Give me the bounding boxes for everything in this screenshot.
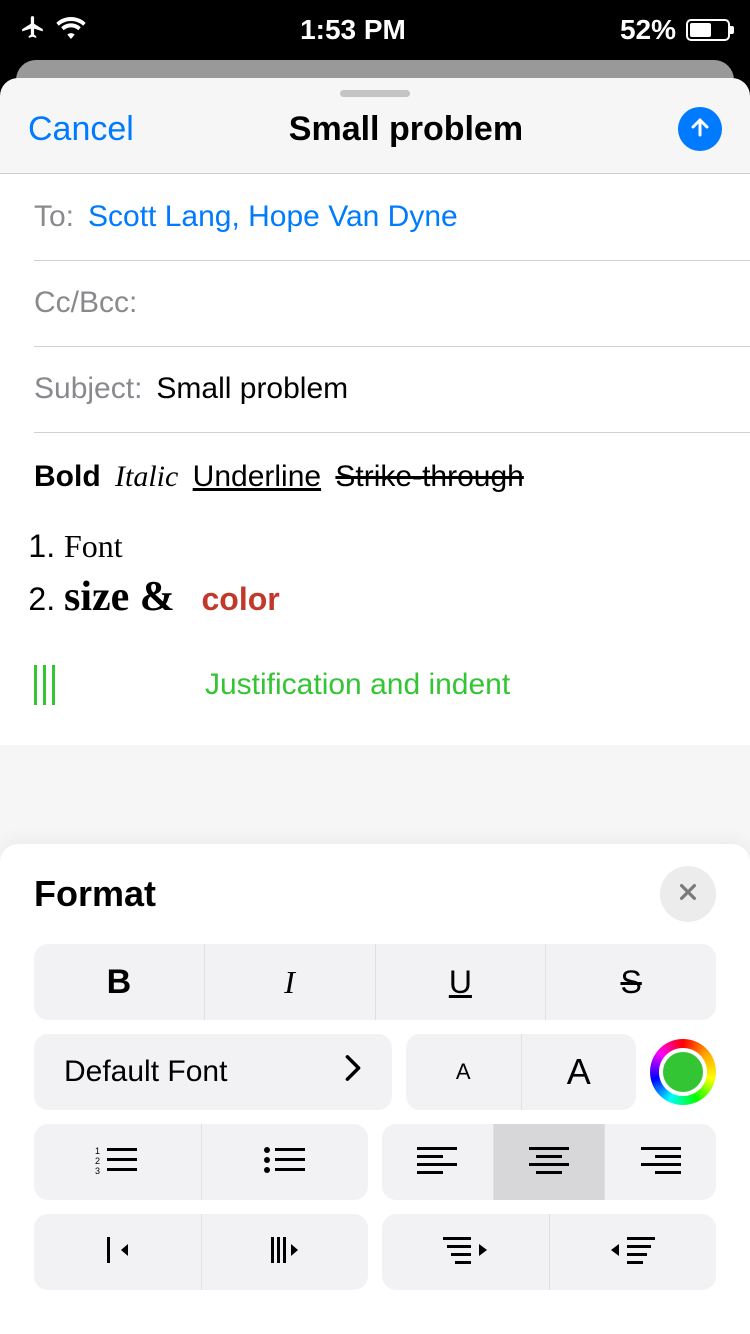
bold-button[interactable]: B <box>34 944 204 1020</box>
list-item: size & color <box>64 569 716 625</box>
text-color-button[interactable] <box>650 1039 716 1105</box>
font-picker-label: Default Font <box>64 1055 227 1089</box>
status-right: 52% <box>620 14 730 46</box>
numbered-list-icon: 123 <box>95 1144 139 1181</box>
decrease-quote-button[interactable] <box>382 1214 549 1290</box>
format-title: Format <box>34 873 156 915</box>
italic-button[interactable]: I <box>204 944 375 1020</box>
font-size-stepper: A A <box>406 1034 636 1110</box>
airplane-mode-icon <box>20 14 46 47</box>
svg-text:3: 3 <box>95 1166 100 1176</box>
font-row: Default Font A A <box>34 1034 716 1110</box>
to-field[interactable]: To: Scott Lang, Hope Van Dyne <box>0 174 750 260</box>
sheet-grabber[interactable] <box>340 90 410 97</box>
cc-bcc-field[interactable]: Cc/Bcc: <box>0 260 750 346</box>
message-body[interactable]: Bold Italic Underline Strike-through Fon… <box>0 432 750 745</box>
cc-bcc-label: Cc/Bcc: <box>34 286 137 320</box>
list-type-group: 123 <box>34 1124 368 1200</box>
body-strike-word: Strike-through <box>335 460 523 493</box>
indent-button[interactable] <box>201 1214 369 1290</box>
indent-group <box>34 1214 368 1290</box>
compose-sheet: Cancel Small problem To: Scott Lang, Hop… <box>0 78 750 1334</box>
bullet-list-icon <box>263 1144 307 1181</box>
align-right-button[interactable] <box>604 1124 716 1200</box>
indent-icon <box>265 1235 305 1270</box>
align-left-icon <box>417 1145 457 1180</box>
decrease-size-button[interactable]: A <box>406 1034 521 1110</box>
format-panel: Format B I U S Default Font <box>0 844 750 1334</box>
body-ordered-list: Font size & color <box>64 524 716 625</box>
alignment-group <box>382 1124 716 1200</box>
italic-label: I <box>284 964 295 1001</box>
body-style-line: Bold Italic Underline Strike-through <box>34 460 716 494</box>
compose-fields: To: Scott Lang, Hope Van Dyne Cc/Bcc: Su… <box>0 174 750 745</box>
body-underline-word: Underline <box>193 460 321 493</box>
color-swatch-icon <box>659 1048 707 1096</box>
bullet-list-button[interactable] <box>201 1124 369 1200</box>
outdent-button[interactable] <box>34 1214 201 1290</box>
decrease-quote-icon <box>443 1235 487 1270</box>
to-label: To: <box>34 200 74 234</box>
underline-label: U <box>449 964 472 1001</box>
font-picker-button[interactable]: Default Font <box>34 1034 392 1110</box>
increase-quote-button[interactable] <box>549 1214 717 1290</box>
numbered-list-button[interactable]: 123 <box>34 1124 201 1200</box>
quote-direction-group <box>382 1214 716 1290</box>
cancel-button[interactable]: Cancel <box>28 110 134 149</box>
align-left-button[interactable] <box>382 1124 493 1200</box>
battery-percent: 52% <box>620 14 676 46</box>
arrow-up-icon <box>688 115 712 144</box>
compose-header: Cancel Small problem <box>0 107 750 174</box>
close-format-button[interactable] <box>660 866 716 922</box>
align-center-button[interactable] <box>493 1124 605 1200</box>
close-icon <box>677 877 699 911</box>
to-recipients: Scott Lang, Hope Van Dyne <box>88 200 458 234</box>
subject-field[interactable]: Subject: Small problem <box>0 346 750 432</box>
wifi-icon <box>56 14 86 46</box>
send-button[interactable] <box>678 107 722 151</box>
indent-bars-icon <box>34 665 55 705</box>
body-justification-line: Justification and indent <box>34 665 716 705</box>
body-italic-word: Italic <box>115 460 178 493</box>
body-justification-text: Justification and indent <box>205 668 510 702</box>
strikethrough-button[interactable]: S <box>545 944 716 1020</box>
outdent-icon <box>97 1235 137 1270</box>
align-center-icon <box>529 1145 569 1180</box>
compose-title: Small problem <box>289 110 523 149</box>
large-a-label: A <box>567 1051 591 1093</box>
increase-size-button[interactable]: A <box>521 1034 637 1110</box>
status-time: 1:53 PM <box>86 14 620 46</box>
text-style-row: B I U S <box>34 944 716 1020</box>
status-left <box>20 14 86 47</box>
underline-button[interactable]: U <box>375 944 546 1020</box>
status-bar: 1:53 PM 52% <box>0 0 750 60</box>
body-size-word: size & <box>64 574 175 620</box>
small-a-label: A <box>456 1059 471 1085</box>
body-bold-word: Bold <box>34 460 101 493</box>
list-align-row: 123 <box>34 1124 716 1200</box>
body-font-word: Font <box>64 528 123 564</box>
increase-quote-icon <box>611 1235 655 1270</box>
subject-value: Small problem <box>156 372 348 406</box>
svg-text:2: 2 <box>95 1156 100 1166</box>
chevron-right-icon <box>344 1054 362 1090</box>
indent-direction-row <box>34 1214 716 1290</box>
list-item: Font <box>64 524 716 569</box>
format-header: Format <box>34 866 716 922</box>
bold-label: B <box>107 963 132 1002</box>
strike-label: S <box>620 964 641 1001</box>
battery-icon <box>686 19 730 41</box>
align-right-icon <box>641 1145 681 1180</box>
subject-label: Subject: <box>34 372 142 406</box>
svg-text:1: 1 <box>95 1146 100 1156</box>
body-color-word: color <box>201 581 279 617</box>
